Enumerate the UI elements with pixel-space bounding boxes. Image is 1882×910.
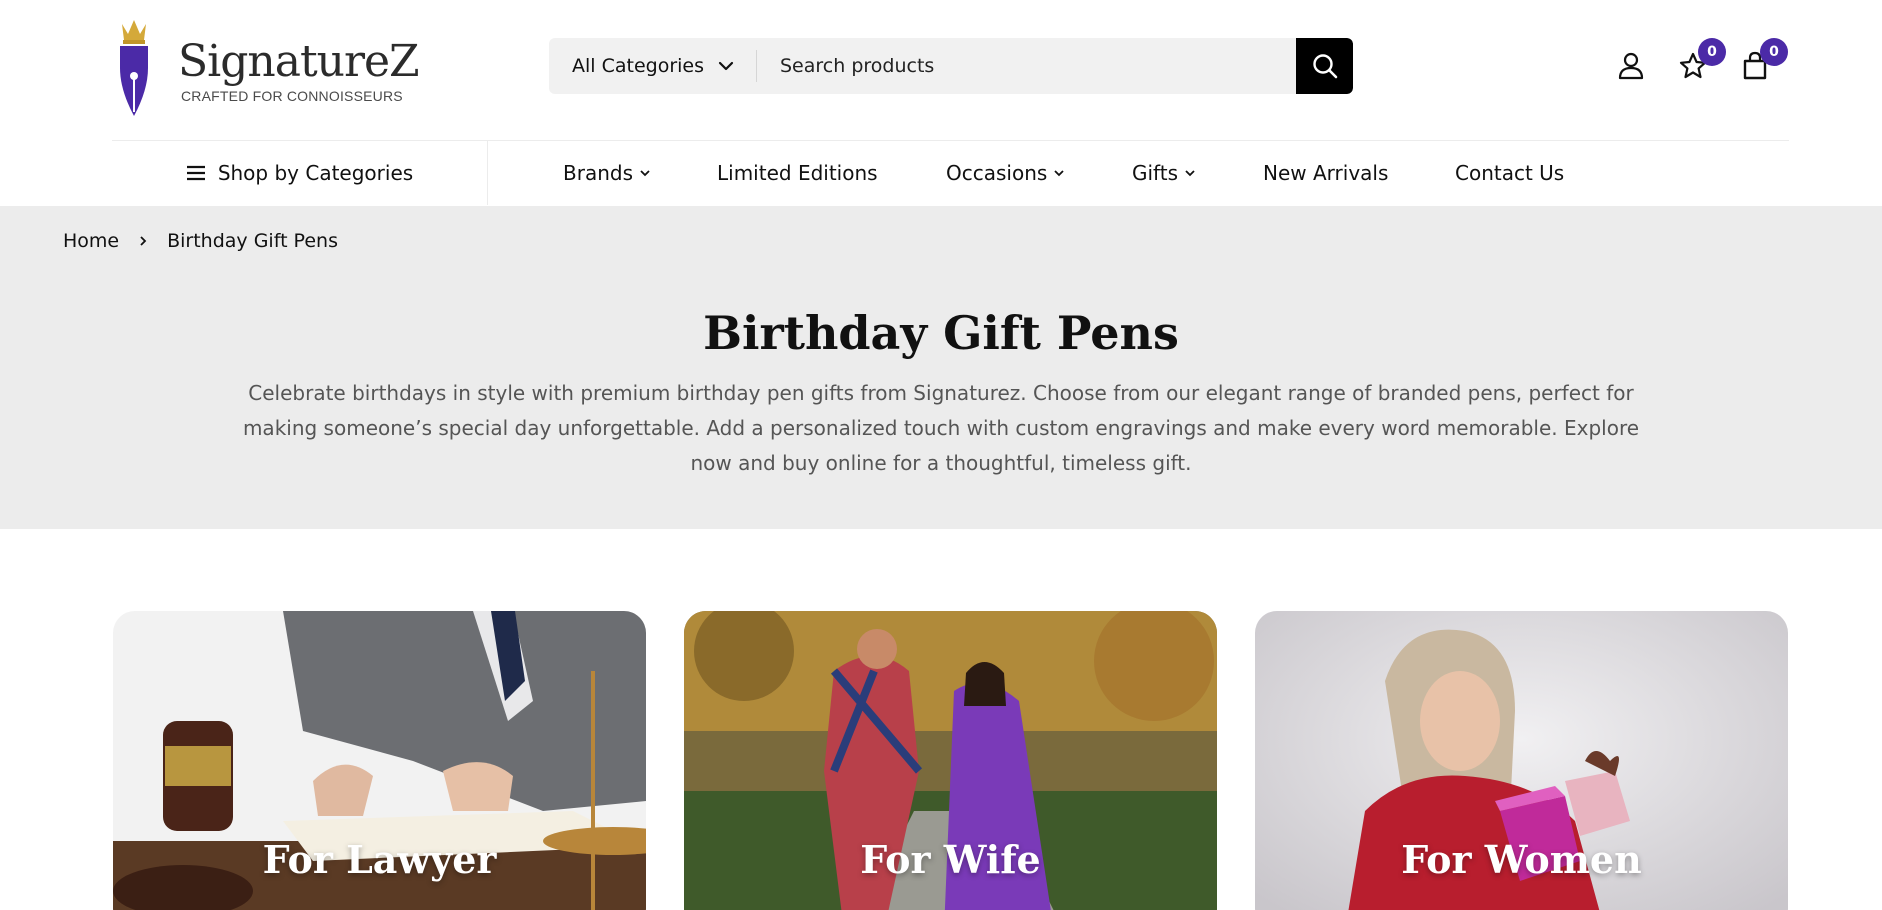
- search-button[interactable]: [1296, 38, 1353, 94]
- crown-icon: [122, 20, 146, 44]
- category-banner: Home Birthday Gift Pens Birthday Gift Pe…: [0, 206, 1882, 529]
- category-card-label: For Lawyer: [262, 837, 497, 882]
- shop-by-categories-button[interactable]: Shop by Categories: [112, 141, 488, 205]
- search-input[interactable]: [757, 38, 1285, 94]
- logo-tagline: CRAFTED FOR CONNOISSEURS: [181, 88, 403, 104]
- chevron-down-icon: [1185, 170, 1195, 177]
- main-navigation: Shop by Categories Brands Limited Editio…: [112, 140, 1789, 205]
- category-card-for-wife[interactable]: For Wife: [684, 611, 1217, 910]
- account-button[interactable]: [1611, 46, 1651, 86]
- nav-item-gifts[interactable]: Gifts: [1132, 141, 1196, 205]
- user-icon: [1618, 52, 1644, 80]
- menu-icon: [186, 165, 205, 181]
- chevron-right-icon: [137, 234, 149, 248]
- site-header: SignatureZ CRAFTED FOR CONNOISSEURS All …: [0, 0, 1882, 140]
- breadcrumb-current: Birthday Gift Pens: [167, 230, 338, 252]
- nav-item-label: Contact Us: [1455, 161, 1565, 185]
- search-bar: All Categories: [549, 38, 1353, 94]
- page-description: Celebrate birthdays in style with premiu…: [242, 381, 1640, 475]
- chevron-down-icon: [640, 170, 650, 177]
- nav-item-label: Brands: [563, 161, 633, 185]
- breadcrumb: Home Birthday Gift Pens: [63, 230, 338, 252]
- nav-item-label: Occasions: [946, 161, 1048, 185]
- fountain-pen-nib-icon: [120, 46, 148, 116]
- category-card-for-lawyer[interactable]: For Lawyer: [113, 611, 646, 910]
- search-icon: [1312, 54, 1337, 79]
- nav-item-new-arrivals[interactable]: New Arrivals: [1263, 141, 1388, 205]
- chevron-down-icon: [718, 61, 734, 71]
- page-title: Birthday Gift Pens: [703, 306, 1179, 360]
- category-card-label: For Wife: [860, 837, 1041, 882]
- nav-item-brands[interactable]: Brands: [563, 141, 651, 205]
- cart-count-badge: 0: [1760, 38, 1788, 66]
- nav-item-occasions[interactable]: Occasions: [946, 141, 1065, 205]
- category-card-for-women[interactable]: For Women: [1255, 611, 1788, 910]
- nav-item-limited-editions[interactable]: Limited Editions: [717, 141, 878, 205]
- nav-item-label: Gifts: [1132, 161, 1179, 185]
- category-select-label: All Categories: [572, 55, 705, 77]
- chevron-down-icon: [1054, 170, 1064, 177]
- breadcrumb-home-link[interactable]: Home: [63, 230, 119, 252]
- category-card-label: For Women: [1401, 837, 1642, 882]
- wishlist-count-badge: 0: [1698, 38, 1726, 66]
- nav-item-label: Limited Editions: [717, 161, 878, 185]
- shop-by-categories-label: Shop by Categories: [217, 161, 414, 185]
- logo-wordmark[interactable]: SignatureZ: [178, 36, 420, 87]
- nav-item-label: New Arrivals: [1263, 161, 1389, 185]
- nav-item-contact-us[interactable]: Contact Us: [1455, 141, 1564, 205]
